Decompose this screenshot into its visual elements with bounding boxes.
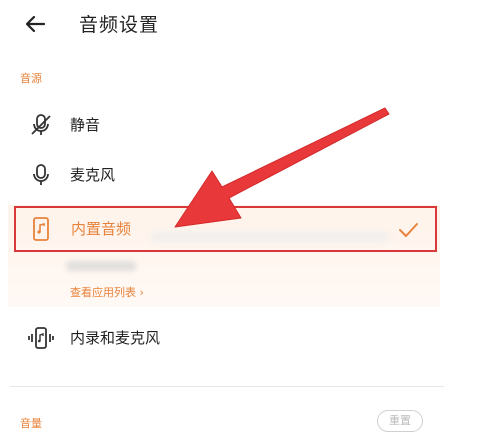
phone-music-icon: [33, 217, 49, 241]
source-section-label: 音源: [20, 72, 42, 85]
blurred-app-info: [66, 261, 136, 271]
option-label: 内置音频: [71, 220, 132, 238]
reset-button[interactable]: 重置: [377, 410, 423, 432]
option-microphone[interactable]: 麦克风: [14, 151, 444, 197]
section-divider: [10, 386, 444, 387]
option-internal-audio[interactable]: 内置音频: [14, 206, 437, 252]
app-header: 音频设置: [0, 0, 480, 48]
option-label: 麦克风: [70, 166, 116, 184]
mic-off-icon: [31, 114, 51, 135]
option-label: 内录和麦克风: [70, 329, 161, 347]
page-title: 音频设置: [79, 14, 160, 36]
view-app-list-link[interactable]: 查看应用列表 ›: [70, 284, 144, 300]
option-label: 静音: [70, 116, 101, 134]
option-internal-and-mic[interactable]: 内录和麦克风: [14, 314, 444, 360]
phone-vibrate-icon: [28, 327, 54, 349]
volume-section-label: 音量: [20, 417, 42, 430]
back-button[interactable]: [20, 8, 52, 40]
mic-icon: [33, 164, 49, 185]
option-mute[interactable]: 静音: [14, 101, 444, 147]
arrow-left-icon: [25, 15, 46, 33]
check-icon: [399, 223, 418, 237]
